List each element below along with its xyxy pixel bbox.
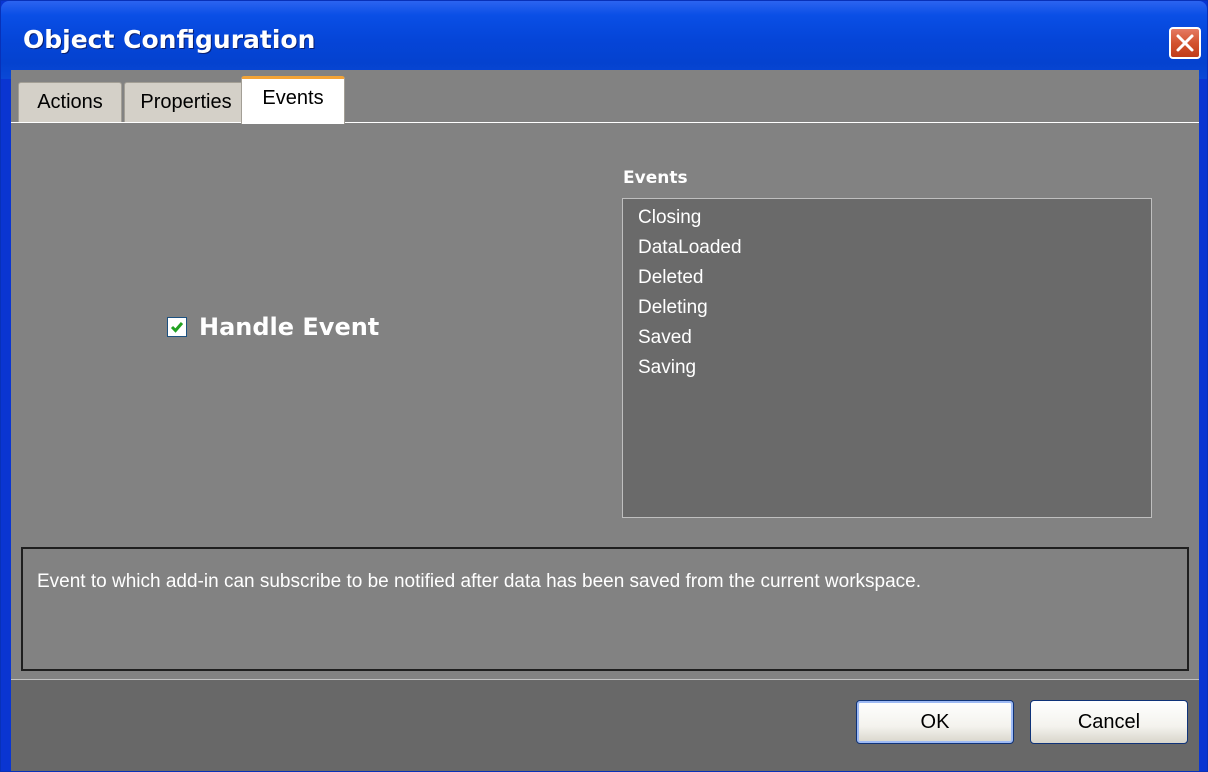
close-button[interactable] [1169, 27, 1201, 59]
events-tab-panel: Handle Event Events Closing DataLoaded D… [11, 122, 1199, 548]
list-item-saved[interactable]: Saved [623, 323, 1151, 353]
list-item-deleted[interactable]: Deleted [623, 263, 1151, 293]
tab-strip: Actions Properties Events [11, 70, 1199, 124]
handle-event-label: Handle Event [199, 313, 380, 341]
list-item-dataloaded[interactable]: DataLoaded [623, 233, 1151, 263]
tab-events[interactable]: Events [241, 76, 345, 124]
tab-actions[interactable]: Actions [18, 82, 122, 122]
handle-event-checkbox[interactable] [167, 317, 187, 337]
dialog-window: Object Configuration Actions Properties … [0, 0, 1208, 772]
events-listbox[interactable]: Closing DataLoaded Deleted Deleting Save… [622, 198, 1152, 518]
ok-button[interactable]: OK [856, 700, 1014, 744]
close-icon [1176, 34, 1194, 52]
window-title: Object Configuration [23, 25, 316, 54]
title-bar[interactable]: Object Configuration [1, 1, 1207, 79]
events-list-heading: Events [623, 168, 688, 188]
checkmark-icon [170, 322, 184, 333]
description-panel: Event to which add-in can subscribe to b… [21, 547, 1189, 671]
list-item-saving[interactable]: Saving [623, 353, 1151, 383]
list-item-deleting[interactable]: Deleting [623, 293, 1151, 323]
description-text: Event to which add-in can subscribe to b… [37, 571, 922, 592]
dialog-client-area: Actions Properties Events Handle Event E… [11, 70, 1199, 771]
dialog-footer: OK Cancel [11, 679, 1199, 771]
cancel-button[interactable]: Cancel [1030, 700, 1188, 744]
tab-properties[interactable]: Properties [124, 82, 248, 122]
handle-event-checkbox-row[interactable]: Handle Event [167, 313, 379, 341]
list-item-closing[interactable]: Closing [623, 203, 1151, 233]
